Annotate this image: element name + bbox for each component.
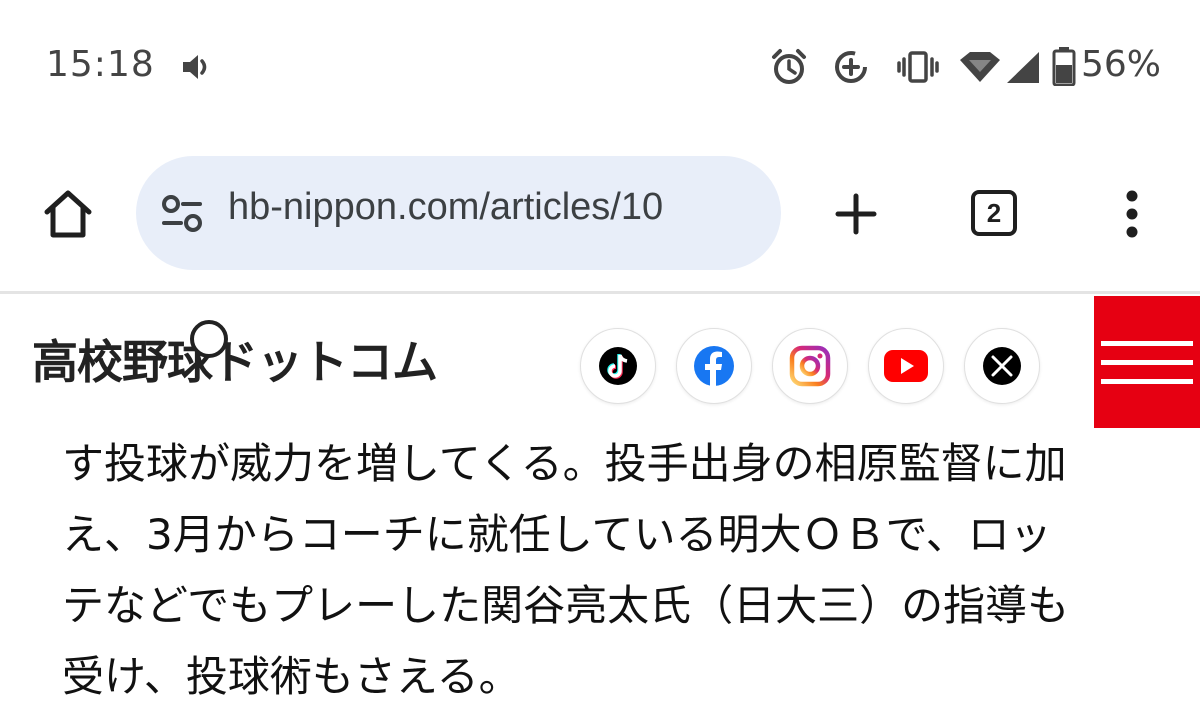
tiktok-button[interactable] (580, 328, 656, 404)
battery-percent: 56% (1081, 44, 1162, 85)
tab-count: 2 (986, 197, 1002, 228)
volume-icon (183, 55, 207, 79)
facebook-button[interactable] (676, 328, 752, 404)
status-time: 15:18 (46, 44, 155, 85)
x-icon (983, 347, 1021, 385)
alarm-icon (772, 49, 806, 84)
signal-icon (1007, 52, 1039, 83)
new-tab-icon (835, 193, 877, 235)
article-body: す投球が威力を増してくる。投手出身の相原監督に加 え、3月からコーチに就任してい… (62, 428, 1162, 712)
more-menu-icon (1126, 190, 1138, 238)
menu-line (1101, 340, 1193, 346)
address-bar[interactable]: hb-nippon.com/articles/10 (136, 156, 781, 270)
home-icon (44, 190, 92, 238)
menu-line (1101, 359, 1193, 365)
article-line: テなどでもプレーした関谷亮太氏（日大三）の指導も (62, 581, 1070, 630)
vibrate-icon (897, 51, 939, 83)
wifi-icon (960, 52, 1000, 82)
article-line: す投球が威力を増してくる。投手出身の相原監督に加 (62, 439, 1067, 488)
article-line: え、3月からコーチに就任している明大ＯＢで、ロッ (62, 510, 1052, 559)
home-button[interactable] (38, 184, 98, 244)
logo-text: 高校野球ドットコム (32, 335, 438, 389)
site-settings-icon[interactable] (160, 192, 204, 236)
instagram-icon (789, 345, 831, 387)
url-text[interactable]: hb-nippon.com/articles/10 (228, 186, 663, 229)
status-bar: 15:18 56% (0, 0, 1200, 140)
browser-toolbar: hb-nippon.com/articles/10 2 (0, 140, 1200, 292)
article-line: 受け、投球術もさえる。 (62, 652, 521, 701)
new-tab-button[interactable] (826, 184, 886, 244)
battery-icon (1052, 47, 1076, 86)
x-button[interactable] (964, 328, 1040, 404)
tiktok-icon (599, 347, 637, 385)
tab-switcher-button[interactable]: 2 (971, 190, 1017, 236)
instagram-button[interactable] (772, 328, 848, 404)
hamburger-menu-button[interactable] (1094, 296, 1200, 428)
site-header: 高校野球ドットコム (0, 294, 1200, 428)
menu-line (1101, 378, 1193, 384)
baseball-icon (190, 320, 228, 358)
facebook-icon (694, 346, 734, 386)
data-saver-icon (835, 51, 867, 83)
more-menu-button[interactable] (1112, 184, 1152, 244)
youtube-icon (884, 350, 928, 382)
youtube-button[interactable] (868, 328, 944, 404)
